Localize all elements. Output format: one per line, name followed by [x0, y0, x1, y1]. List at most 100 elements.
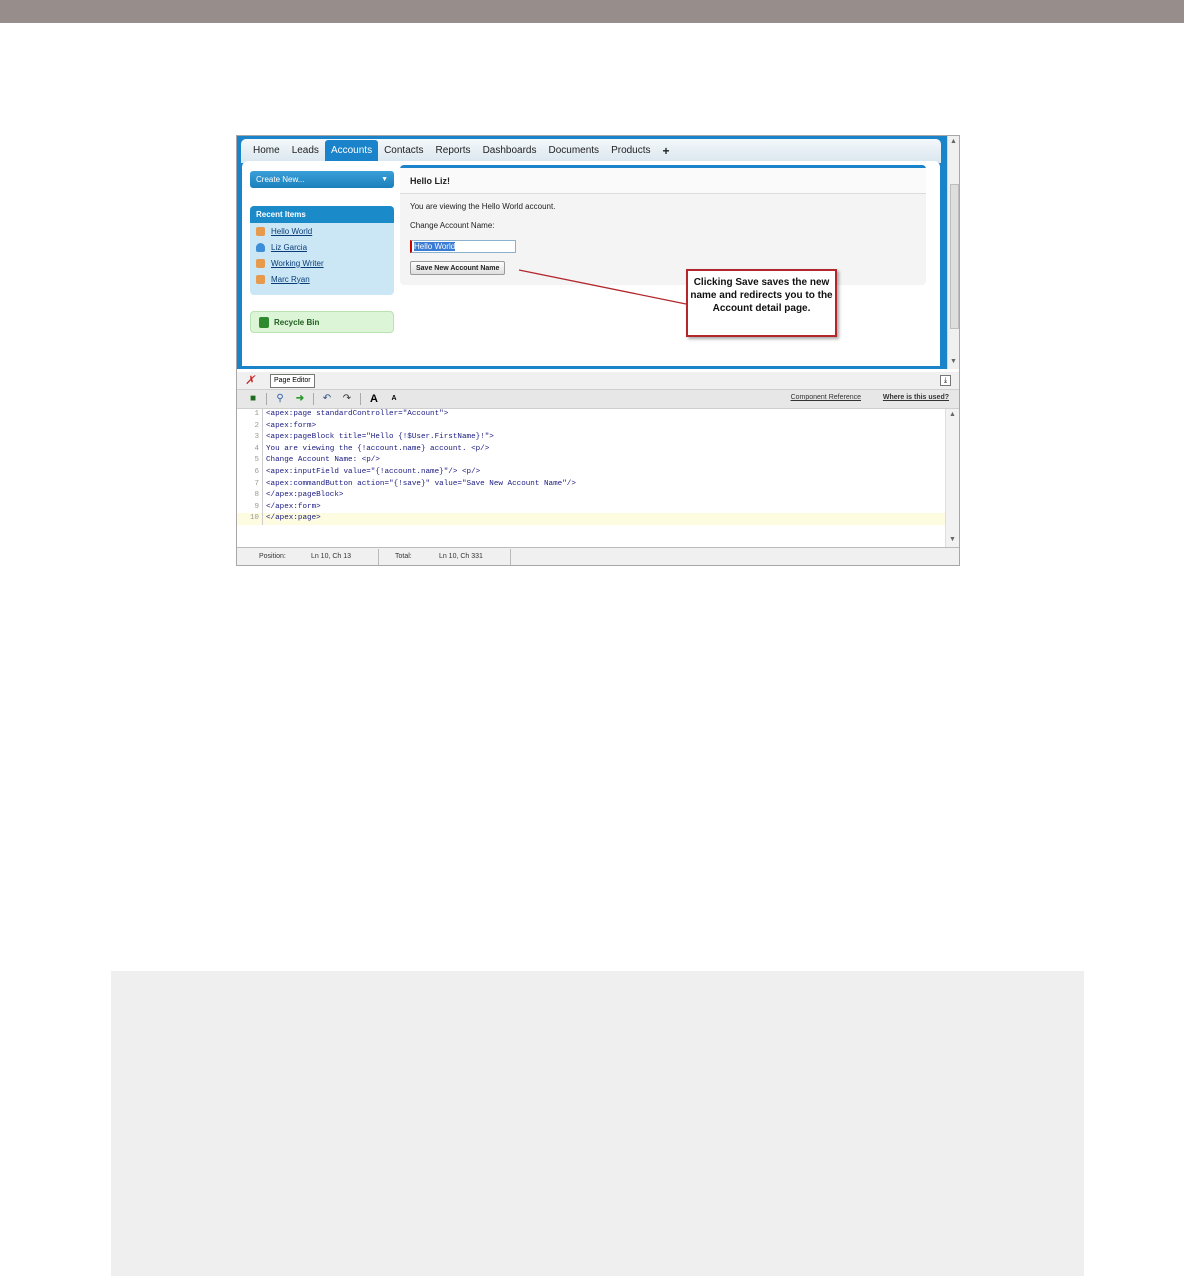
recycle-bin-icon [259, 316, 269, 328]
salesforce-screenshot: Home Leads Accounts Contacts Reports Dashboar… [236, 135, 960, 566]
chevron-down-icon: ▼ [381, 176, 388, 183]
tab-documents[interactable]: Documents [542, 140, 605, 162]
line-number: 10 [237, 513, 263, 525]
account-icon [256, 226, 265, 236]
scroll-up-icon[interactable]: ▲ [950, 138, 957, 145]
create-new-label: Create New... [256, 175, 305, 184]
code-text: <apex:page standardController="Account"> [266, 410, 449, 418]
tab-page-editor[interactable]: Page Editor [270, 374, 315, 388]
undo-icon[interactable]: ↶ [319, 392, 335, 406]
collapse-icon[interactable]: ⤓ [940, 375, 951, 386]
recent-item-link[interactable]: Working Writer [271, 259, 324, 268]
code-line[interactable]: 10 </apex:page> [237, 513, 945, 525]
redo-icon[interactable]: ↷ [339, 392, 355, 406]
code-line[interactable]: 8 </apex:pageBlock> [237, 490, 945, 502]
scroll-down-icon[interactable]: ▼ [950, 358, 957, 365]
account-name-input[interactable]: Hello World [410, 240, 516, 253]
recent-item[interactable]: Working Writer [250, 255, 394, 271]
account-name-value: Hello World [414, 242, 456, 251]
scroll-down-icon[interactable]: ▼ [949, 536, 956, 543]
contact-icon [256, 242, 265, 252]
tab-bar: Home Leads Accounts Contacts Reports Dashboar… [241, 139, 941, 163]
total-value: Ln 10, Ch 331 [438, 552, 483, 560]
line-number: 3 [237, 432, 263, 444]
position-value: Ln 10, Ch 13 [310, 552, 352, 560]
toolbar-divider [360, 393, 361, 405]
create-new-dropdown[interactable]: Create New... ▼ [250, 171, 394, 188]
code-line[interactable]: 5 Change Account Name: <p/> [237, 455, 945, 467]
line-number: 2 [237, 420, 263, 433]
add-tab-icon[interactable]: + [657, 140, 676, 162]
recent-item[interactable]: Marc Ryan [250, 271, 394, 287]
recent-items-title: Recent Items [250, 206, 394, 223]
position-label: Position: [259, 552, 286, 560]
increase-font-icon[interactable]: A [366, 392, 382, 406]
account-icon [256, 258, 265, 268]
tab-reports[interactable]: Reports [430, 140, 477, 162]
total-cell: Total: Ln 10, Ch 331 [379, 548, 511, 565]
app-scrollbar[interactable]: ▲ ▼ [947, 136, 959, 369]
code-line[interactable]: 3 <apex:pageBlock title="Hello {!$User.Fi… [237, 432, 945, 444]
where-is-this-used-link[interactable]: Where is this used? [883, 394, 949, 401]
save-icon[interactable]: ■ [245, 392, 261, 406]
component-reference-link[interactable]: Component Reference [791, 394, 861, 401]
recent-item-link[interactable]: Marc Ryan [271, 275, 310, 284]
recent-item[interactable]: Hello World [250, 223, 394, 239]
editor-scrollbar[interactable]: ▲ ▼ [945, 409, 959, 547]
editor-toolbar: ■ ⚲ ➜ ↶ ↷ A A Component Reference Where … [237, 390, 959, 409]
tab-leads[interactable]: Leads [286, 140, 325, 162]
line-number: 8 [237, 490, 263, 502]
go-to-line-icon[interactable]: ➜ [292, 392, 308, 406]
scroll-up-icon[interactable]: ▲ [949, 411, 956, 418]
code-text: <apex:form> [266, 421, 317, 430]
close-icon[interactable]: ✗ [245, 373, 255, 387]
page-block: Hello Liz! You are viewing the Hello Wor… [400, 165, 926, 285]
code-line[interactable]: 7 <apex:commandButton action="{!save}" va… [237, 478, 945, 491]
code-line[interactable]: 1 <apex:page standardController="Account"… [237, 409, 945, 421]
bottom-panel [111, 971, 1084, 1276]
app-frame: Home Leads Accounts Contacts Reports Dashboar… [237, 136, 947, 369]
developer-footer-bar: ✗ Page Editor ⤓ [237, 372, 959, 390]
tab-dashboards[interactable]: Dashboards [477, 140, 543, 162]
line-number: 6 [237, 466, 263, 479]
tab-accounts[interactable]: Accounts [324, 140, 379, 162]
recent-item-link[interactable]: Liz Garcia [271, 243, 307, 252]
code-line[interactable]: 4 You are viewing the {!account.name} acc… [237, 443, 945, 456]
save-new-account-name-button[interactable]: Save New Account Name [410, 261, 506, 275]
recent-item[interactable]: Liz Garcia [250, 239, 394, 255]
recent-item-link[interactable]: Hello World [271, 227, 312, 236]
line-number: 5 [237, 455, 263, 467]
scrollbar-thumb[interactable] [950, 184, 959, 329]
recycle-bin[interactable]: Recycle Bin [250, 311, 394, 333]
code-line[interactable]: 6 <apex:inputField value="{!account.name}… [237, 466, 945, 479]
toolbar-divider [266, 393, 267, 405]
code-line[interactable]: 2 <apex:form> [237, 420, 945, 433]
code-text: Change Account Name: <p/> [266, 456, 380, 465]
tab-home[interactable]: Home [247, 140, 286, 162]
callout-box: Clicking Save saves the new name and red… [686, 269, 837, 337]
code-editor[interactable]: 1 <apex:page standardController="Account"… [237, 409, 945, 547]
line-number: 9 [237, 501, 263, 514]
position-cell: Position: Ln 10, Ch 13 [237, 548, 379, 565]
line-number: 4 [237, 443, 263, 456]
code-text: <apex:pageBlock title="Hello {!$User.Fir… [266, 433, 494, 442]
tab-contacts[interactable]: Contacts [378, 140, 429, 162]
page-block-title: Hello Liz! [400, 168, 926, 194]
code-text: </apex:pageBlock> [266, 491, 344, 500]
code-text: You are viewing the {!account.name} acco… [266, 444, 490, 453]
page-block-body: You are viewing the Hello World account.… [400, 194, 926, 283]
sidebar: Create New... ▼ Recent Items Hello World… [250, 171, 394, 333]
code-line[interactable]: 9 </apex:form> [237, 501, 945, 514]
viewing-text: You are viewing the Hello World account. [410, 202, 556, 211]
recent-items-panel: Recent Items Hello World Liz Garcia Work… [250, 206, 394, 295]
search-icon[interactable]: ⚲ [272, 392, 288, 406]
decrease-font-icon[interactable]: A [386, 392, 402, 406]
total-label: Total: [395, 552, 412, 560]
toolbar-divider [313, 393, 314, 405]
status-bar: Position: Ln 10, Ch 13 Total: Ln 10, Ch … [237, 547, 959, 565]
recycle-bin-label: Recycle Bin [274, 317, 320, 327]
code-text: </apex:form> [266, 502, 321, 511]
code-text: <apex:commandButton action="{!save}" val… [266, 479, 576, 488]
tab-products[interactable]: Products [605, 140, 656, 162]
account-icon [256, 274, 265, 284]
